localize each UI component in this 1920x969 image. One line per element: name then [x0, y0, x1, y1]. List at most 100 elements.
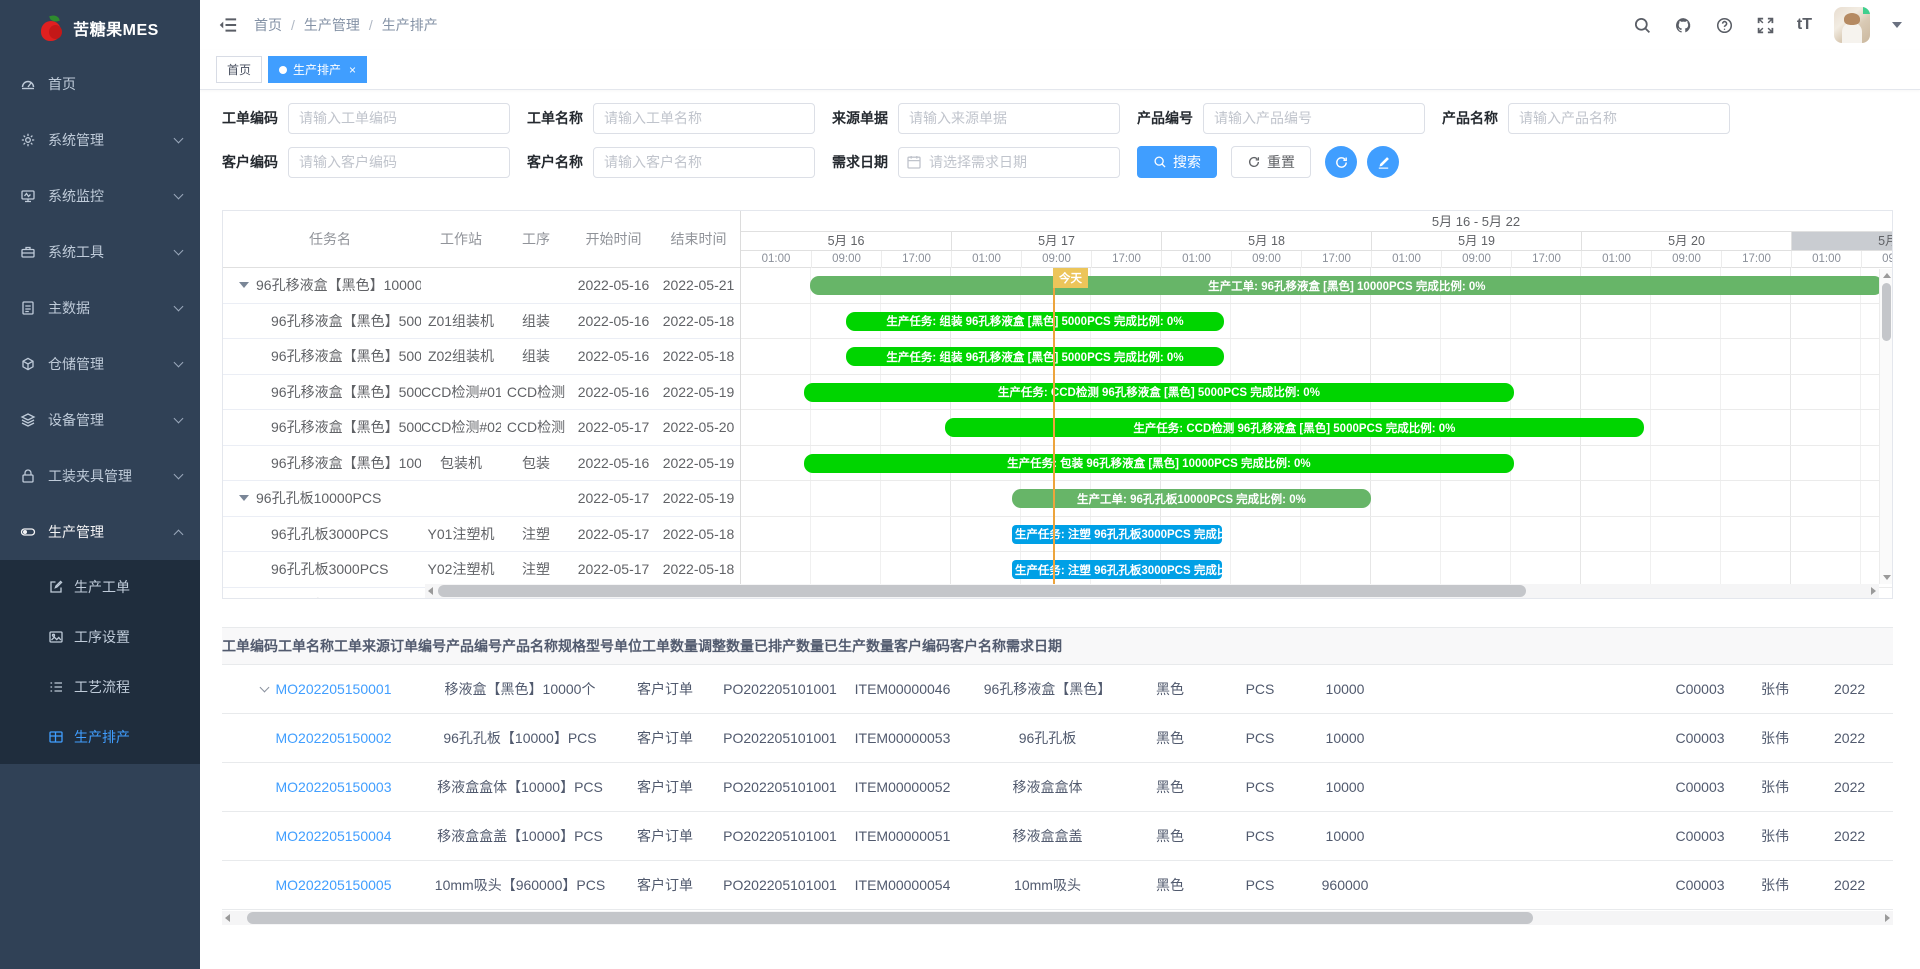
tab[interactable]: 生产排产 × — [268, 56, 367, 83]
avatar[interactable] — [1834, 7, 1870, 43]
breadcrumb-level1[interactable]: 生产管理 — [304, 15, 360, 35]
filter-input[interactable] — [593, 147, 815, 178]
sidebar-subitem-icon — [48, 729, 64, 745]
filter-input[interactable] — [1203, 103, 1425, 134]
search-button[interactable]: 搜索 — [1137, 146, 1217, 178]
gantt-bar[interactable]: 生产任务: CCD检测 96孔移液盒 [黑色] 5000PCS 完成比例: 0% — [804, 383, 1514, 402]
scroll-right-icon[interactable] — [1871, 587, 1876, 595]
edit-circle-button[interactable] — [1367, 146, 1399, 178]
gantt-task-row[interactable]: 96孔移液盒【黑色】5000PCS Z02组装机 组装 2022-05-16 2… — [223, 339, 740, 375]
customer-code: C00003 — [1660, 779, 1740, 795]
task-process: 注塑 — [501, 559, 571, 579]
col-process: 工序 — [501, 229, 571, 249]
app-logo[interactable]: 苦糖果MES — [0, 0, 200, 56]
sidebar-item-label: 系统监控 — [48, 186, 175, 206]
chevron-down-icon[interactable] — [1892, 22, 1902, 28]
orders-horizontal-scrollbar[interactable] — [222, 911, 1893, 925]
breadcrumb-home[interactable]: 首页 — [254, 15, 282, 35]
gantt-task-row[interactable]: 96孔孔板3000PCS Y01注塑机 注塑 2022-05-17 2022-0… — [223, 517, 740, 553]
sidebar-item[interactable]: 设备管理 — [0, 392, 200, 448]
sidebar-item[interactable]: 系统管理 — [0, 112, 200, 168]
sidebar-item[interactable]: 首页 — [0, 56, 200, 112]
scroll-left-icon[interactable] — [225, 914, 230, 922]
filter-input[interactable] — [898, 103, 1120, 134]
gantt-task-row[interactable]: 96孔移液盒【黑色】5000PCS CCD检测#02 CCD检测 2022-05… — [223, 410, 740, 446]
scroll-left-icon[interactable] — [428, 587, 433, 595]
filter-row-1: 工单编码 工单名称 来源单据 产品编号 — [222, 102, 1920, 134]
github-icon[interactable] — [1674, 16, 1693, 35]
gantt-task-row[interactable]: 96孔孔板3000PCS Y02注塑机 注塑 2022-05-17 2022-0… — [223, 552, 740, 588]
gantt-horizontal-scrollbar[interactable] — [425, 584, 1879, 598]
timeline-hour-cell: 17:00 — [881, 251, 951, 268]
sidebar-item-icon — [20, 300, 36, 316]
sidebar-item[interactable]: 仓储管理 — [0, 336, 200, 392]
customer-name: 张伟 — [1740, 728, 1810, 748]
sidebar-fold-icon[interactable] — [218, 15, 238, 35]
today-flag[interactable]: 今天 — [1053, 268, 1088, 288]
gantt-task-row[interactable]: 96孔孔板10000PCS 2022-05-17 2022-05-19 — [223, 481, 740, 517]
work-order-code-link[interactable]: MO202205150001 — [276, 681, 392, 697]
demand-date-input[interactable] — [898, 147, 1120, 178]
gantt-vertical-scrollbar[interactable] — [1879, 269, 1892, 584]
sidebar-item[interactable]: 系统监控 — [0, 168, 200, 224]
expand-triangle-icon[interactable] — [239, 282, 249, 288]
search-icon[interactable] — [1633, 16, 1652, 35]
orders-header-cell: 产品名称 — [502, 636, 558, 656]
order-row[interactable]: MO202205150002 96孔孔板【10000】PCS 客户订单 PO20… — [222, 714, 1893, 763]
work-order-code-link[interactable]: MO202205150003 — [276, 779, 392, 795]
gantt-bar[interactable]: 生产任务: 组装 96孔移液盒 [黑色] 5000PCS 完成比例: 0% — [846, 312, 1224, 331]
work-order-code-link[interactable]: MO202205150002 — [276, 730, 392, 746]
order-name: 移液盒盒体【10000】PCS — [430, 777, 610, 797]
tab[interactable]: 首页 × — [216, 56, 262, 83]
order-row[interactable]: MO202205150005 10mm吸头【960000】PCS 客户订单 PO… — [222, 861, 1893, 910]
scroll-down-icon[interactable] — [1883, 575, 1891, 580]
filter-input[interactable] — [288, 147, 510, 178]
sidebar-subitem[interactable]: 工序设置 — [0, 612, 200, 662]
gantt-task-row[interactable]: 96孔移液盒【黑色】5000PCS Z01组装机 组装 2022-05-16 2… — [223, 304, 740, 340]
sidebar-subitem[interactable]: 工艺流程 — [0, 662, 200, 712]
expand-triangle-icon[interactable] — [239, 495, 249, 501]
sidebar-subitem[interactable]: 生产排产 — [0, 712, 200, 762]
gantt-bar[interactable]: 生产任务: 注塑 96孔孔板3000PCS 完成比例: 0% — [1012, 560, 1222, 579]
gantt-bar[interactable]: 生产任务: 包装 96孔移液盒 [黑色] 10000PCS 完成比例: 0% — [804, 454, 1514, 473]
order-row[interactable]: MO202205150004 移液盒盒盖【10000】PCS 客户订单 PO20… — [222, 812, 1893, 861]
gantt-bar[interactable]: 生产工单: 96孔孔板10000PCS 完成比例: 0% — [1012, 489, 1371, 508]
gantt-task-row[interactable]: 96孔移液盒【黑色】10000PCS 包装机 包装 2022-05-16 202… — [223, 446, 740, 482]
work-order-code-link[interactable]: MO202205150005 — [276, 877, 392, 893]
reset-button[interactable]: 重置 — [1231, 146, 1311, 178]
scroll-right-icon[interactable] — [1885, 914, 1890, 922]
orders-header-cell: 订单编号 — [390, 636, 446, 656]
scroll-up-icon[interactable] — [1883, 273, 1891, 278]
sidebar-item[interactable]: 生产管理 — [0, 504, 200, 560]
sidebar-subitem[interactable]: 生产工单 — [0, 562, 200, 612]
fullscreen-icon[interactable] — [1756, 16, 1775, 35]
gantt-chart-row: 生产任务: CCD检测 96孔移液盒 [黑色] 5000PCS 完成比例: 0% — [741, 375, 1892, 411]
task-start: 2022-05-17 — [571, 561, 656, 577]
sidebar-item[interactable]: 系统工具 — [0, 224, 200, 280]
task-name: 96孔移液盒【黑色】5000PCS — [271, 311, 421, 331]
filter-input[interactable] — [288, 103, 510, 134]
pen-icon — [1376, 155, 1391, 170]
gantt-bar[interactable]: 生产任务: 注塑 96孔孔板3000PCS 完成比例: 0% — [1012, 525, 1222, 544]
gantt-bar[interactable]: 生产任务: CCD检测 96孔移液盒 [黑色] 5000PCS 完成比例: 0% — [945, 418, 1644, 437]
gantt-bar[interactable]: 生产工单: 96孔移液盒 [黑色] 10000PCS 完成比例: 0% — [810, 276, 1883, 295]
sidebar-item[interactable]: 工装夹具管理 — [0, 448, 200, 504]
gantt-task-row[interactable]: 96孔移液盒【黑色】10000PCS 2022-05-16 2022-05-21 — [223, 268, 740, 304]
scrollbar-thumb[interactable] — [438, 585, 1526, 597]
order-row[interactable]: MO202205150003 移液盒盒体【10000】PCS 客户订单 PO20… — [222, 763, 1893, 812]
close-icon[interactable]: × — [349, 64, 356, 76]
sidebar-item[interactable]: 主数据 — [0, 280, 200, 336]
work-order-code-link[interactable]: MO202205150004 — [276, 828, 392, 844]
expand-chevron-icon[interactable] — [259, 683, 269, 693]
gantt-task-row[interactable]: 96孔移液盒【黑色】5000PCS CCD检测#01 CCD检测 2022-05… — [223, 375, 740, 411]
help-icon[interactable] — [1715, 16, 1734, 35]
refresh-circle-button[interactable] — [1325, 146, 1357, 178]
font-size-icon[interactable]: tT — [1797, 17, 1812, 33]
gantt-bar[interactable]: 生产任务: 组装 96孔移液盒 [黑色] 5000PCS 完成比例: 0% — [846, 347, 1224, 366]
filter-field-date: 需求日期 — [832, 147, 1120, 178]
order-row[interactable]: MO202205150001 移液盒【黑色】10000个 客户订单 PO2022… — [222, 665, 1893, 714]
filter-input[interactable] — [1508, 103, 1730, 134]
scrollbar-thumb[interactable] — [247, 912, 1533, 924]
filter-input[interactable] — [593, 103, 815, 134]
scrollbar-thumb[interactable] — [1882, 283, 1891, 341]
